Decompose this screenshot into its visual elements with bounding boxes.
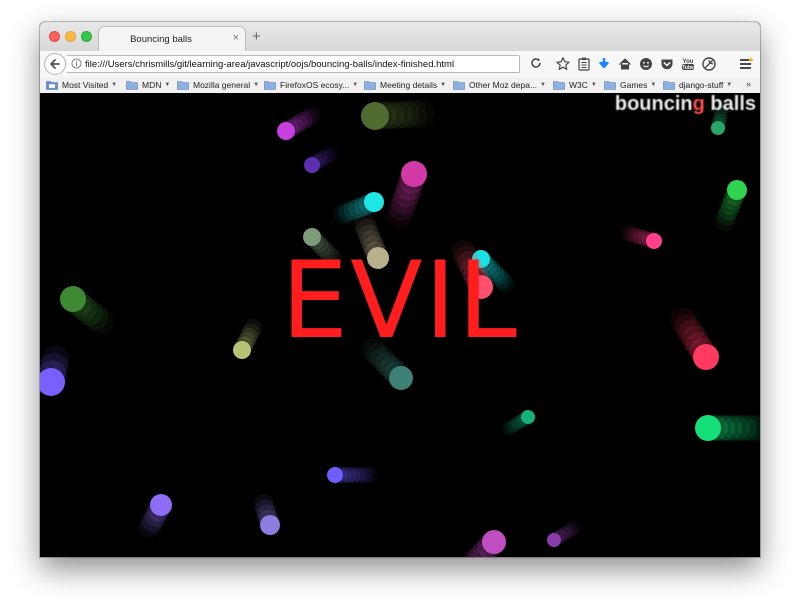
reload-icon[interactable] [529, 56, 543, 70]
bookmark-mdn[interactable]: MDN ▼ [126, 79, 170, 91]
ball-head [727, 180, 747, 200]
folder-icon [177, 80, 189, 90]
bookmark-django-stuff[interactable]: django-stuff ▼ [663, 79, 732, 91]
bookmark-most-visited[interactable]: Most Visited ▼ [46, 79, 117, 91]
bookmark-meeting-details[interactable]: Meeting details ▼ [364, 79, 446, 91]
ball-head [304, 157, 320, 173]
ball-head [401, 161, 427, 187]
bookmarks-overflow-button[interactable]: » [746, 79, 751, 89]
ball [139, 494, 172, 538]
logo-text-accent: g [692, 93, 705, 115]
ball-head [260, 515, 280, 535]
bookmark-other-moz[interactable]: Other Moz depa... ▼ [453, 79, 546, 91]
chevron-down-icon: ▼ [253, 81, 260, 88]
ball-head [327, 467, 343, 483]
navigation-toolbar: file:///Users/chrismills/git/learning-ar… [40, 51, 760, 78]
chevron-down-icon: ▼ [650, 81, 657, 88]
ball-head [521, 410, 535, 424]
ball [361, 99, 436, 130]
ball [695, 415, 760, 441]
chevron-down-icon: ▼ [164, 81, 171, 88]
hamburger-menu-icon[interactable] [738, 56, 754, 72]
tab-bouncing-balls[interactable]: Bouncing balls × [98, 26, 246, 52]
bookmark-games[interactable]: Games ▼ [604, 79, 656, 91]
browser-window: Bouncing balls × + file:///Users/chrismi… [40, 22, 760, 557]
ball-head [361, 102, 389, 130]
folder-icon [553, 80, 565, 90]
info-icon[interactable] [71, 58, 82, 69]
folder-icon [604, 80, 616, 90]
logo-text-part: balls [704, 93, 756, 115]
back-arrow-icon [50, 59, 60, 69]
evil-circle-text: EVIL [281, 239, 519, 362]
ball-head [547, 533, 561, 547]
youtube-icon[interactable]: You Tube [680, 56, 696, 72]
window-maximize-button[interactable] [81, 31, 92, 42]
ball-head [150, 494, 172, 516]
ball [277, 106, 321, 140]
tab-title: Bouncing balls [130, 34, 192, 45]
back-button[interactable] [44, 53, 66, 75]
chevron-down-icon: ▼ [352, 81, 359, 88]
special-folder-icon [46, 80, 58, 90]
ball [501, 410, 535, 436]
folder-icon [264, 80, 276, 90]
svg-text:Tube: Tube [682, 65, 694, 71]
chevron-down-icon: ▼ [726, 81, 733, 88]
ball-head [277, 122, 295, 140]
chevron-down-icon: ▼ [590, 81, 597, 88]
logo-text-part: n [680, 93, 693, 115]
bookmark-w3c[interactable]: W3C ▼ [553, 79, 597, 91]
chevron-down-icon: ▼ [540, 81, 546, 88]
ball [304, 145, 339, 173]
download-icon[interactable] [596, 56, 612, 72]
bookmark-mozilla-general[interactable]: Mozilla general ▼ [177, 79, 259, 91]
new-tab-button[interactable]: + [252, 28, 261, 45]
ball-head [364, 192, 384, 212]
bookmark-firefoxos[interactable]: FirefoxOS ecosy... ▼ [264, 79, 358, 91]
ball-head [695, 415, 721, 441]
bouncing-balls-canvas[interactable]: EVIL bouncing balls [40, 93, 760, 557]
ball-head [389, 366, 413, 390]
ball-head [482, 530, 506, 554]
logo-text-part: bounci [614, 93, 681, 115]
ball [253, 493, 280, 535]
home-icon[interactable] [617, 56, 633, 72]
url-text[interactable]: file:///Users/chrismills/git/learning-ar… [85, 59, 454, 70]
window-minimize-button[interactable] [65, 31, 76, 42]
ball-head [646, 233, 662, 249]
pocket-icon[interactable] [659, 56, 675, 72]
chevron-down-icon: ▼ [111, 81, 118, 88]
chevron-down-icon: ▼ [440, 81, 447, 88]
ball [327, 467, 379, 483]
emoji-icon[interactable] [638, 56, 654, 72]
extension-icon[interactable] [701, 56, 717, 72]
url-bar[interactable]: file:///Users/chrismills/git/learning-ar… [67, 55, 520, 73]
bookmarks-toolbar: Most Visited ▼ MDN ▼ Mozilla general ▼ Fire… [40, 77, 760, 94]
folder-icon [126, 80, 138, 90]
ball [547, 521, 581, 547]
tab-close-icon[interactable]: × [233, 32, 239, 44]
ball-head [711, 121, 725, 135]
folder-icon [663, 80, 675, 90]
window-close-button[interactable] [49, 31, 60, 42]
star-icon[interactable] [555, 56, 571, 72]
ball [386, 161, 427, 228]
folder-icon [453, 80, 465, 90]
bouncing-balls-logo: bouncing balls [615, 93, 756, 116]
folder-icon [364, 80, 376, 90]
ball [620, 225, 662, 249]
ball [462, 530, 506, 557]
reader-list-icon[interactable] [576, 56, 592, 72]
ball [714, 180, 747, 231]
tab-strip: Bouncing balls × + [40, 22, 760, 52]
